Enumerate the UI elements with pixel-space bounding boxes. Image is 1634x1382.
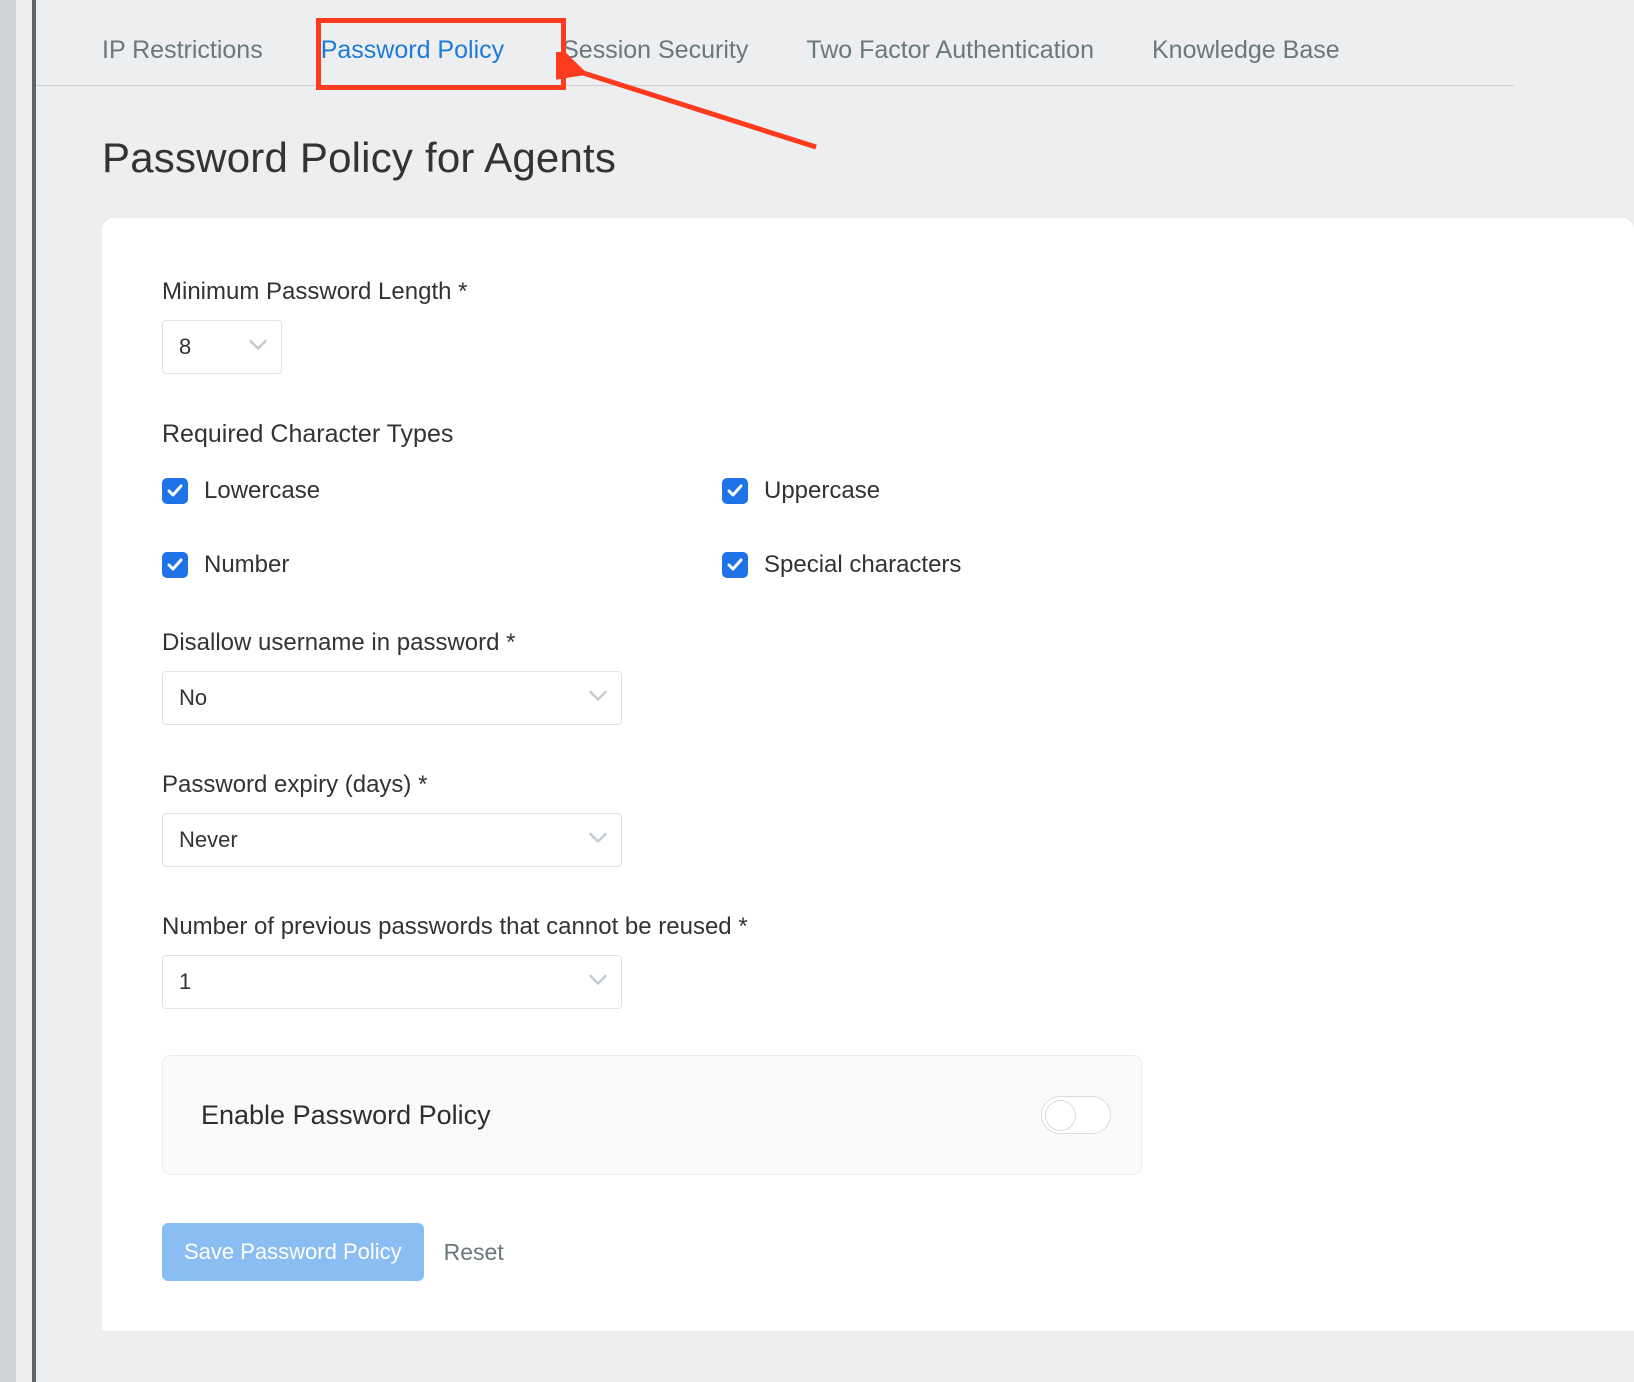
expiry-select[interactable]: Never — [162, 813, 622, 867]
reuse-label: Number of previous passwords that cannot… — [162, 913, 1574, 941]
disallow-username-value: No — [179, 685, 207, 711]
tab-knowledge-base[interactable]: Knowledge Base — [1152, 36, 1340, 65]
page-title: Password Policy for Agents — [36, 86, 1634, 218]
expiry-value: Never — [179, 827, 238, 853]
expiry-label: Password expiry (days) * — [162, 771, 1574, 799]
checkbox-uppercase[interactable] — [722, 478, 748, 504]
checkbox-special[interactable] — [722, 552, 748, 578]
chevron-down-icon — [249, 338, 267, 356]
tab-two-factor[interactable]: Two Factor Authentication — [806, 36, 1094, 65]
checkbox-lowercase[interactable] — [162, 478, 188, 504]
chevron-down-icon — [589, 831, 607, 849]
enable-policy-toggle[interactable] — [1041, 1096, 1111, 1134]
checkbox-number-label: Number — [204, 551, 289, 579]
checkbox-special-label: Special characters — [764, 551, 961, 579]
checkbox-uppercase-label: Uppercase — [764, 477, 880, 505]
tabs-row: IP Restrictions Password Policy Session … — [36, 0, 1514, 86]
password-policy-card: Minimum Password Length * 8 Required Cha… — [102, 218, 1634, 1331]
reset-button[interactable]: Reset — [444, 1239, 504, 1266]
min-length-label: Minimum Password Length * — [162, 278, 1574, 306]
reuse-select[interactable]: 1 — [162, 955, 622, 1009]
checkbox-number[interactable] — [162, 552, 188, 578]
disallow-username-select[interactable]: No — [162, 671, 622, 725]
tab-password-policy[interactable]: Password Policy — [321, 36, 504, 65]
chevron-down-icon — [589, 973, 607, 991]
chevron-down-icon — [589, 689, 607, 707]
save-button[interactable]: Save Password Policy — [162, 1223, 424, 1281]
min-length-select[interactable]: 8 — [162, 320, 282, 374]
tab-session-security[interactable]: Session Security — [562, 36, 748, 65]
toggle-knob — [1045, 1100, 1076, 1131]
disallow-username-label: Disallow username in password * — [162, 629, 1574, 657]
reuse-value: 1 — [179, 969, 191, 995]
required-chars-label: Required Character Types — [162, 420, 1574, 449]
enable-policy-panel: Enable Password Policy — [162, 1055, 1142, 1175]
min-length-value: 8 — [179, 334, 191, 360]
enable-policy-label: Enable Password Policy — [201, 1100, 491, 1131]
tab-ip-restrictions[interactable]: IP Restrictions — [102, 36, 263, 65]
checkbox-lowercase-label: Lowercase — [204, 477, 320, 505]
